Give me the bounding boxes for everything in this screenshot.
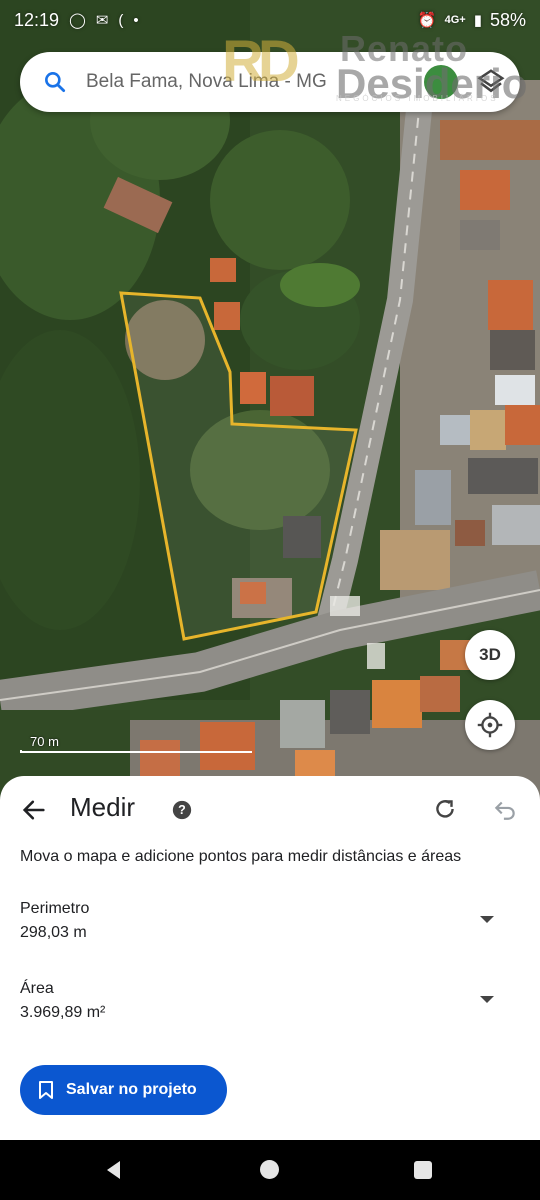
scale-bar	[20, 750, 252, 753]
save-to-project-button[interactable]: Salvar no projeto	[20, 1065, 227, 1115]
help-icon[interactable]: ?	[172, 800, 192, 820]
map-scale: 70 m	[20, 734, 252, 754]
map-imagery	[0, 0, 540, 800]
location-icon	[477, 712, 503, 738]
3d-button[interactable]: 3D	[465, 630, 515, 680]
alarm-icon: ⏰	[417, 12, 437, 29]
scale-label: 70 m	[30, 734, 59, 749]
perimeter-value: 298,03 m	[20, 924, 87, 941]
mail-icon: ✉	[95, 12, 109, 29]
page-title: Medir	[70, 792, 136, 822]
chevron-down-icon[interactable]	[480, 996, 494, 1003]
battery-level: 58%	[489, 9, 526, 30]
status-bar: 12:19 ◯ ✉ ( • ⏰ 4G+ ▮ 58%	[0, 0, 540, 40]
measure-panel: Medir ? Mova o mapa e adicione pontos pa…	[0, 776, 540, 1140]
nav-home-icon[interactable]	[260, 1160, 279, 1179]
measure-header: Medir ?	[0, 776, 540, 842]
search-bar[interactable]: Bela Fama, Nova Lima - MG	[20, 52, 520, 112]
perimeter-row[interactable]: Perimetro 298,03 m	[20, 900, 520, 950]
my-location-button[interactable]	[465, 700, 515, 750]
battery-icon: ▮	[473, 12, 482, 29]
bookmark-icon	[39, 1081, 53, 1099]
measure-instructions: Mova o mapa e adicione pontos para medir…	[20, 848, 462, 865]
back-arrow-icon[interactable]	[20, 796, 48, 824]
svg-text:?: ?	[178, 803, 186, 817]
area-value: 3.969,89 m²	[20, 1004, 106, 1021]
dot-icon: •	[133, 11, 139, 29]
status-time: 12:19	[14, 9, 60, 30]
whatsapp-icon: ◯	[69, 12, 86, 29]
perimeter-label: Perimetro	[20, 900, 90, 917]
save-button-label: Salvar no projeto	[66, 1081, 197, 1098]
nav-recents-icon[interactable]	[414, 1161, 432, 1179]
nav-back-icon[interactable]	[104, 1160, 124, 1180]
chevron-down-icon[interactable]	[480, 916, 494, 923]
redo-icon[interactable]	[432, 796, 458, 822]
avatar[interactable]	[424, 65, 458, 99]
signal-arc-icon: (	[118, 11, 124, 29]
network-indicator: 4G+	[444, 14, 466, 26]
area-row[interactable]: Área 3.969,89 m²	[20, 980, 520, 1030]
search-input[interactable]: Bela Fama, Nova Lima - MG	[86, 71, 416, 93]
system-navigation-bar	[0, 1140, 540, 1200]
satellite-map[interactable]	[0, 0, 540, 800]
area-label: Área	[20, 980, 54, 997]
undo-icon[interactable]	[492, 796, 518, 822]
search-icon	[45, 72, 66, 93]
layers-icon[interactable]	[476, 67, 506, 97]
